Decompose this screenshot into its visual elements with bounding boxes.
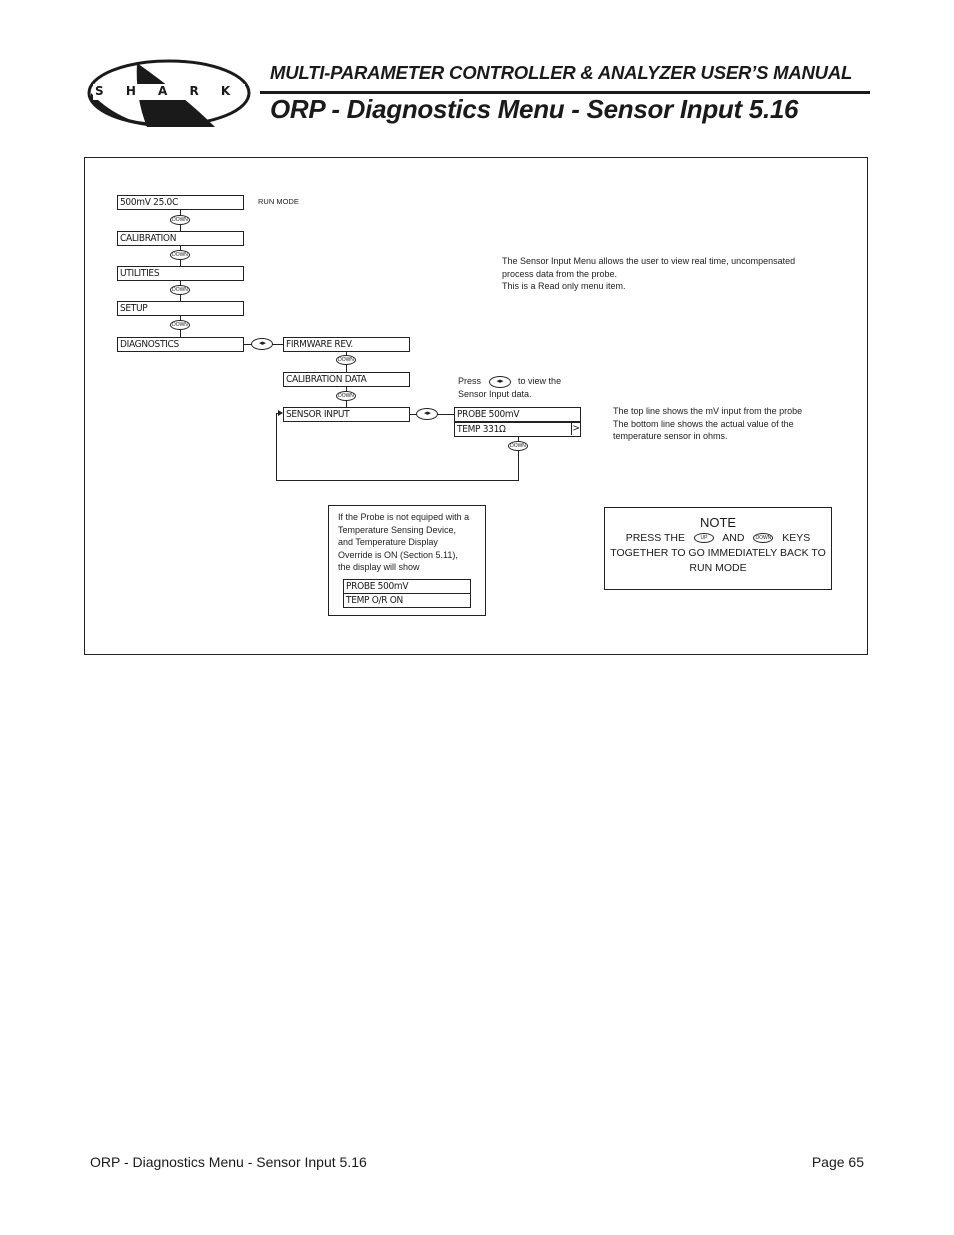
lcd-override-temp: TEMP O/R ON <box>343 593 471 608</box>
down-key-icon: DOWN <box>170 285 190 295</box>
note-line2: TOGETHER TO GO IMMEDIATELY BACK TO <box>610 547 826 559</box>
loop-line <box>276 413 281 414</box>
note-line3: RUN MODE <box>689 562 747 574</box>
lcd-utilities: UTILITIES <box>117 266 244 281</box>
loop-line <box>276 480 519 481</box>
note-title: NOTE <box>699 515 737 530</box>
loop-line <box>276 413 277 481</box>
down-key-icon: DOWN <box>336 391 356 401</box>
page-title: ORP - Diagnostics Menu - Sensor Input 5.… <box>270 94 799 124</box>
down-key-icon: DOWN <box>170 250 190 260</box>
up-key-icon: UP <box>693 533 714 544</box>
note-box: NOTE PRESS THE UP AND DOWN KEYS TOGETHER… <box>604 507 832 590</box>
manual-title: MULTI-PARAMETER CONTROLLER & ANALYZER US… <box>270 62 853 83</box>
lcd-temp-line: TEMP 331Ω > <box>454 422 581 437</box>
run-mode-label: RUN MODE <box>258 197 299 206</box>
footer-page-number: Page 65 <box>811 1154 864 1170</box>
press-hint: Press ◂ ▸ to view the Sensor Input data. <box>458 375 562 399</box>
line-explanation: The top line shows the mV input from the… <box>613 406 803 441</box>
logo-text: S H A R K <box>95 84 240 98</box>
lcd-run-mode: 500mV 25.0C <box>117 195 244 210</box>
override-note-text: If the Probe is not equiped with a Tempe… <box>338 512 470 572</box>
description: The Sensor Input Menu allows the user to… <box>502 256 796 291</box>
left-right-key-icon: ◂ ▸ <box>416 408 438 420</box>
lcd-diagnostics: DIAGNOSTICS <box>117 337 244 352</box>
down-key-icon: DOWN <box>336 355 356 365</box>
down-key-icon: DOWN <box>170 320 190 330</box>
down-key-icon: DOWN <box>508 441 528 451</box>
lcd-calibration: CALIBRATION <box>117 231 244 246</box>
down-key-icon: DOWN <box>753 533 774 544</box>
left-right-key-icon: ◂ ▸ <box>251 338 273 350</box>
left-right-key-icon: ◂ ▸ <box>488 375 511 388</box>
override-note-box: If the Probe is not equiped with a Tempe… <box>328 505 486 616</box>
lcd-override-probe: PROBE 500mV <box>343 579 471 594</box>
lcd-probe-line: PROBE 500mV <box>454 407 581 422</box>
lcd-firmware-rev: FIRMWARE REV. <box>283 337 410 352</box>
more-arrow: > <box>571 422 580 435</box>
note-line1: PRESS THE UP AND DOWN KEYS <box>625 532 811 544</box>
lcd-setup: SETUP <box>117 301 244 316</box>
footer-section-title: ORP - Diagnostics Menu - Sensor Input 5.… <box>90 1154 367 1170</box>
lcd-calibration-data: CALIBRATION DATA <box>283 372 410 387</box>
down-key-icon: DOWN <box>170 215 190 225</box>
lcd-sensor-input: SENSOR INPUT <box>283 407 410 422</box>
shark-logo: S H A R K <box>85 57 253 129</box>
temp-value: TEMP 331Ω <box>457 424 506 435</box>
